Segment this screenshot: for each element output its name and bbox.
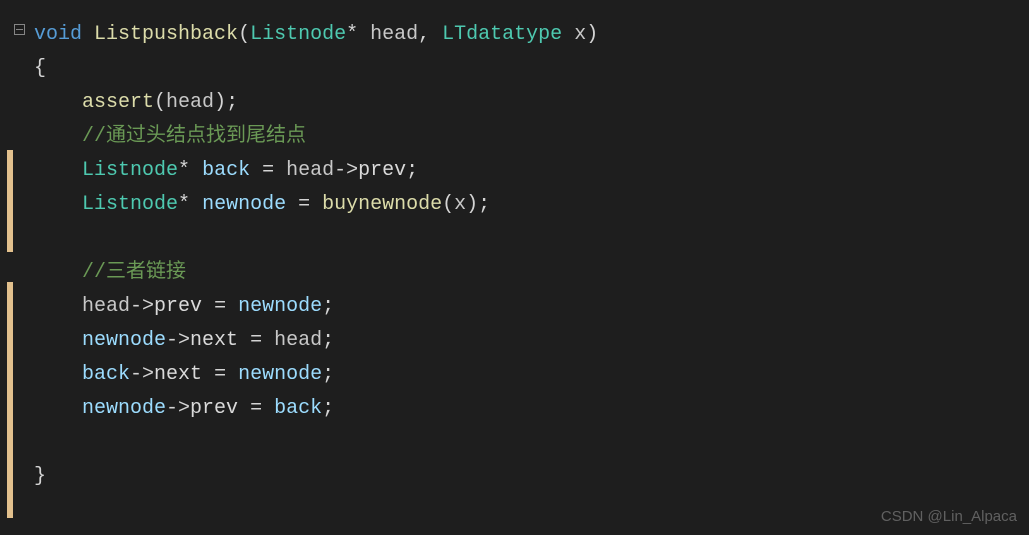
function-call: assert bbox=[82, 91, 154, 114]
comment: //三者链接 bbox=[82, 261, 186, 284]
member: prev bbox=[358, 159, 406, 182]
member: next bbox=[190, 329, 238, 352]
gutter bbox=[0, 18, 28, 494]
type: LTdatatype bbox=[442, 23, 562, 46]
eq: = bbox=[202, 295, 238, 318]
semi: ; bbox=[322, 295, 334, 318]
eq: = bbox=[202, 363, 238, 386]
var: head bbox=[166, 91, 214, 114]
var: back bbox=[202, 159, 250, 182]
paren: ( bbox=[442, 193, 454, 216]
code-editor: void Listpushback(Listnode* head, LTdata… bbox=[0, 0, 1029, 494]
member: next bbox=[154, 363, 202, 386]
var: back bbox=[82, 363, 130, 386]
paren: ) bbox=[214, 91, 226, 114]
semi: ; bbox=[322, 329, 334, 352]
star: * bbox=[346, 23, 358, 46]
star: * bbox=[178, 193, 190, 216]
var: head bbox=[274, 329, 322, 352]
brace: } bbox=[34, 465, 46, 488]
arrow: -> bbox=[334, 159, 358, 182]
semi: ; bbox=[406, 159, 418, 182]
semi: ; bbox=[322, 363, 334, 386]
type: Listnode bbox=[82, 159, 178, 182]
member: prev bbox=[154, 295, 202, 318]
var: newnode bbox=[238, 295, 322, 318]
comment: //通过头结点找到尾结点 bbox=[82, 125, 306, 148]
arrow: -> bbox=[166, 329, 190, 352]
var: newnode bbox=[82, 397, 166, 420]
member: prev bbox=[190, 397, 238, 420]
semi: ; bbox=[322, 397, 334, 420]
modification-bar bbox=[7, 282, 13, 518]
var: back bbox=[274, 397, 322, 420]
watermark: CSDN @Lin_Alpaca bbox=[881, 504, 1017, 530]
star: * bbox=[178, 159, 190, 182]
eq: = bbox=[238, 397, 274, 420]
var: head bbox=[286, 159, 334, 182]
modification-bar bbox=[7, 150, 13, 252]
var: newnode bbox=[202, 193, 286, 216]
param: head bbox=[370, 23, 418, 46]
comma: , bbox=[418, 23, 442, 46]
eq: = bbox=[238, 329, 274, 352]
param: x bbox=[574, 23, 586, 46]
function-name: Listpushback bbox=[94, 23, 238, 46]
semi: ; bbox=[226, 91, 238, 114]
var: newnode bbox=[238, 363, 322, 386]
keyword: void bbox=[34, 23, 82, 46]
paren: ) bbox=[586, 23, 598, 46]
var: head bbox=[82, 295, 130, 318]
arrow: -> bbox=[130, 363, 154, 386]
arrow: -> bbox=[166, 397, 190, 420]
paren: ) bbox=[466, 193, 478, 216]
fold-icon[interactable] bbox=[14, 24, 25, 35]
var: x bbox=[454, 193, 466, 216]
paren: ( bbox=[238, 23, 250, 46]
type: Listnode bbox=[250, 23, 346, 46]
brace: { bbox=[34, 57, 46, 80]
eq: = bbox=[286, 193, 322, 216]
code-block: void Listpushback(Listnode* head, LTdata… bbox=[28, 18, 598, 494]
var: newnode bbox=[82, 329, 166, 352]
eq: = bbox=[250, 159, 286, 182]
type: Listnode bbox=[82, 193, 178, 216]
function-call: buynewnode bbox=[322, 193, 442, 216]
semi: ; bbox=[478, 193, 490, 216]
paren: ( bbox=[154, 91, 166, 114]
arrow: -> bbox=[130, 295, 154, 318]
